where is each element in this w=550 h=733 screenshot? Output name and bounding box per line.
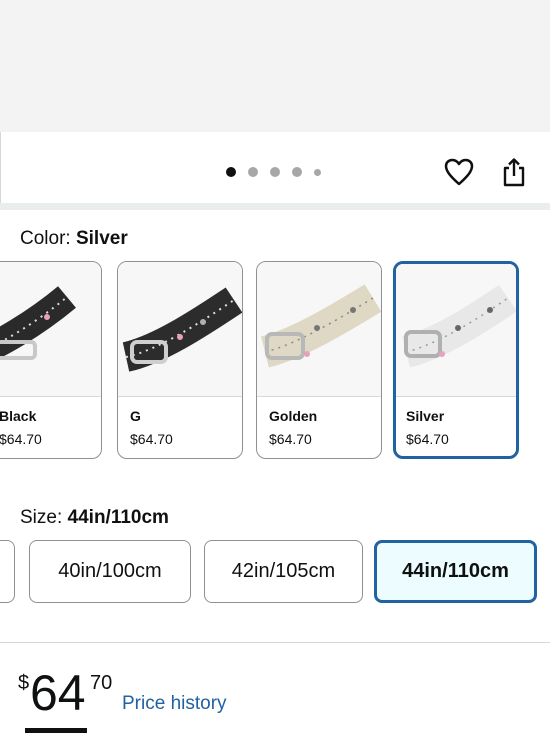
size-option-partial[interactable] — [0, 540, 15, 603]
swatch-price: $64.70 — [269, 431, 312, 447]
color-swatch-silver[interactable]: Silver $64.70 — [393, 261, 519, 459]
color-label: Color: Silver — [20, 228, 128, 249]
price-whole: 64 — [30, 665, 86, 721]
size-option-42in[interactable]: 42in/105cm — [204, 540, 363, 603]
swatch-image — [257, 262, 381, 397]
swatch-name: Silver — [406, 408, 445, 424]
currency-symbol: $ — [18, 672, 30, 694]
color-swatch-black[interactable]: Black $64.70 — [0, 261, 102, 459]
size-option-44in[interactable]: 44in/110cm — [374, 540, 537, 603]
share-button[interactable] — [496, 154, 532, 190]
carousel-dot-5[interactable] — [314, 168, 321, 176]
swatch-price: $64.70 — [0, 431, 42, 447]
size-label: Size: 44in/110cm — [20, 507, 169, 528]
product-image-area[interactable] — [0, 0, 550, 132]
carousel-dot-4[interactable] — [292, 167, 302, 177]
size-option-40in[interactable]: 40in/100cm — [29, 540, 191, 603]
swatch-price: $64.70 — [406, 431, 449, 447]
image-carousel-dots[interactable] — [226, 166, 321, 178]
swatch-image — [396, 264, 516, 397]
size-selected-value: 44in/110cm — [67, 507, 169, 528]
price-fraction: 70 — [90, 672, 113, 694]
color-swatch-g[interactable]: G $64.70 — [117, 261, 243, 459]
swatch-image — [118, 262, 242, 397]
section-divider-line — [0, 642, 550, 643]
bottom-edge-bar — [25, 728, 87, 733]
price-history-link[interactable]: Price history — [122, 693, 227, 715]
swatch-image — [0, 262, 101, 397]
color-selected-value: Silver — [75, 228, 128, 249]
heart-icon — [444, 158, 474, 186]
section-divider — [0, 203, 550, 210]
swatch-name: Golden — [269, 408, 318, 424]
image-border — [0, 132, 1, 204]
favorite-button[interactable] — [441, 154, 477, 190]
share-icon — [503, 158, 525, 187]
color-swatch-golden[interactable]: Golden $64.70 — [256, 261, 382, 459]
carousel-dot-2[interactable] — [248, 167, 258, 177]
carousel-dot-1[interactable] — [226, 167, 236, 177]
swatch-name: Black — [0, 408, 37, 424]
swatch-name: G — [130, 408, 141, 424]
swatch-price: $64.70 — [130, 431, 173, 447]
carousel-dot-3[interactable] — [270, 167, 280, 177]
